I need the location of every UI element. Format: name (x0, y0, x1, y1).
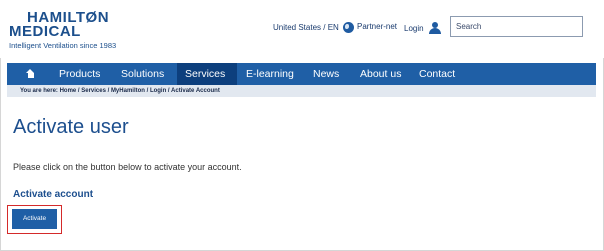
globe-icon (342, 22, 354, 33)
activate-button[interactable]: Activate (12, 209, 57, 229)
user-icon (428, 22, 441, 34)
partner-net-label: Partner-net (357, 22, 398, 31)
language-label: United States / EN (273, 23, 339, 32)
logo-tagline: Intelligent Ventilation since 1983 (9, 41, 117, 50)
nav-solutions[interactable]: Solutions (121, 63, 164, 85)
nav-products[interactable]: Products (59, 63, 100, 85)
nav-home[interactable] (7, 63, 46, 85)
site-header: HAMILTØN MEDICAL Intelligent Ventilation… (0, 0, 604, 58)
logo-wordmark-medical: MEDICAL (9, 23, 81, 40)
breadcrumb-trail[interactable]: Home / Services / MyHamilton / Login / A… (60, 88, 220, 94)
nav-contact[interactable]: Contact (419, 63, 455, 85)
nav-e-learning[interactable]: E-learning (246, 63, 294, 85)
nav-services[interactable]: Services (177, 63, 237, 85)
login-label: Login (404, 23, 424, 33)
activate-account-heading: Activate account (13, 189, 94, 200)
page-title: Activate user (13, 116, 129, 138)
main-navigation: Products Solutions Services E-learning N… (7, 63, 596, 85)
language-selector[interactable]: United States / EN (273, 22, 354, 33)
nav-about-us[interactable]: About us (360, 63, 401, 85)
partner-net-link[interactable]: Partner-net (357, 22, 397, 31)
home-icon (26, 69, 35, 78)
login-link[interactable]: Login (404, 22, 441, 34)
breadcrumb-prefix: You are here: (20, 88, 58, 94)
nav-news[interactable]: News (313, 63, 339, 85)
breadcrumb: You are here: Home / Services / MyHamilt… (7, 85, 596, 97)
hamilton-medical-logo[interactable]: HAMILTØN MEDICAL Intelligent Ventilation… (9, 9, 139, 53)
activation-instruction: Please click on the button below to acti… (13, 162, 242, 172)
search-input[interactable]: Search (450, 16, 583, 37)
